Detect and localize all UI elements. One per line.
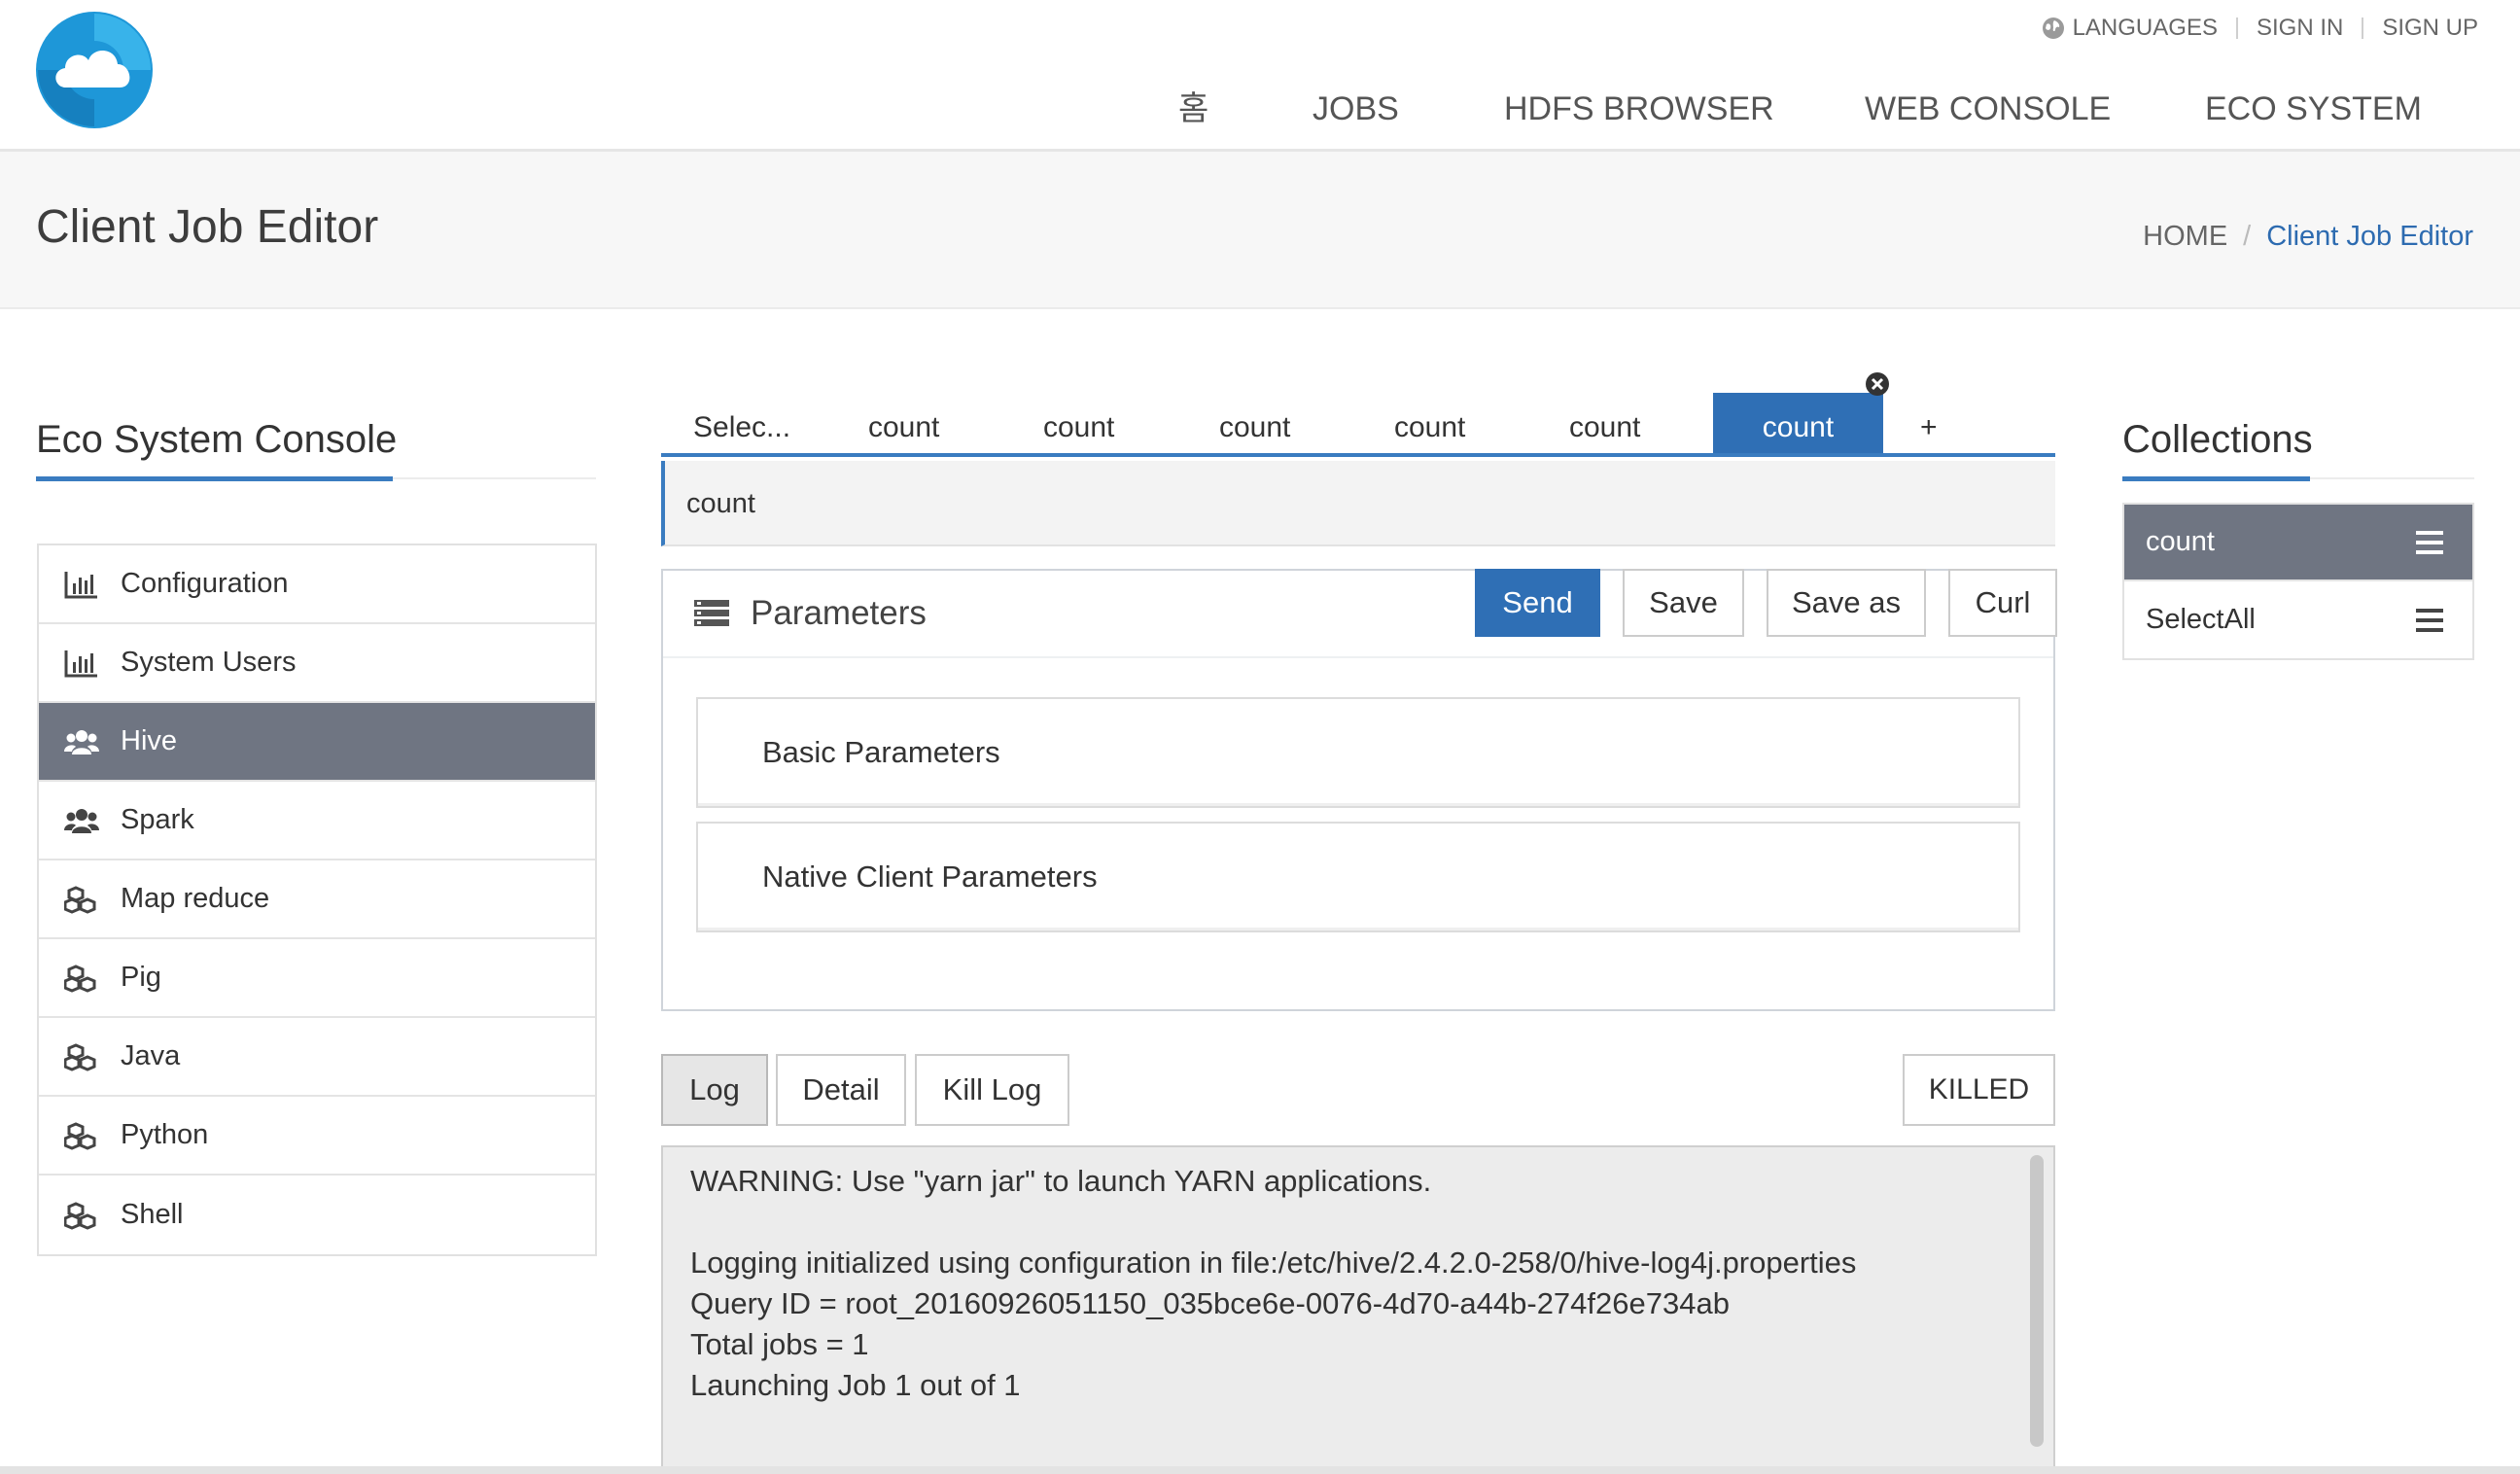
job-tabs: Selec... count count count count count c…	[661, 393, 2055, 457]
curl-button[interactable]: Curl	[1948, 569, 2057, 637]
log-button[interactable]: Log	[661, 1054, 768, 1126]
detail-button[interactable]: Detail	[776, 1054, 906, 1126]
bar-chart-icon	[64, 570, 99, 599]
parameters-panel: Parameters Send Save Save as Curl Basic …	[661, 569, 2057, 1011]
sidebar-title: Eco System Console	[36, 418, 398, 461]
bar-chart-icon	[64, 649, 99, 678]
breadcrumb-current[interactable]: Client Job Editor	[2266, 221, 2473, 252]
sidebar-item-label: Map reduce	[121, 883, 270, 914]
sidebar-item-label: Pig	[121, 962, 161, 993]
nav-hdfs-browser[interactable]: HDFS BROWSER	[1504, 88, 1774, 130]
sign-up-link[interactable]: SIGN UP	[2382, 15, 2478, 42]
breadcrumb: HOME / Client Job Editor	[2143, 220, 2473, 253]
sidebar-title-underline	[36, 476, 393, 481]
page-title: Client Job Editor	[36, 201, 379, 253]
tab-select[interactable]: Selec...	[693, 393, 790, 453]
divider	[2235, 18, 2238, 39]
tab-count-2[interactable]: count	[1043, 393, 1114, 453]
kill-log-button[interactable]: Kill Log	[915, 1054, 1069, 1126]
tab-count-5[interactable]: count	[1569, 393, 1640, 453]
sidebar-item-configuration[interactable]: Configuration	[39, 545, 595, 624]
tab-count-3[interactable]: count	[1219, 393, 1290, 453]
users-icon	[64, 727, 99, 756]
job-status-badge: KILLED	[1903, 1054, 2055, 1126]
sidebar-item-label: Hive	[121, 725, 178, 756]
basic-parameters-section[interactable]: Basic Parameters	[696, 697, 2020, 808]
collections-title-underline	[2122, 476, 2310, 481]
log-line: Query ID = root_20160926051150_035bce6e-…	[690, 1286, 1730, 1320]
sidebar-item-label: Shell	[121, 1199, 184, 1230]
sidebar-item-label: Python	[121, 1119, 209, 1150]
log-line: Logging initialized using configuration …	[690, 1246, 1857, 1280]
sidebar-item-system-users[interactable]: System Users	[39, 624, 595, 703]
collections-list: count SelectAll	[2122, 503, 2474, 660]
sidebar-item-spark[interactable]: Spark	[39, 782, 595, 860]
sidebar-item-hive[interactable]: Hive	[39, 703, 595, 782]
page-title-band: Client Job Editor HOME / Client Job Editor	[0, 152, 2520, 309]
add-tab-button[interactable]: +	[1920, 393, 1938, 453]
cubes-icon	[64, 1042, 99, 1071]
collection-item-selectall[interactable]: SelectAll	[2124, 581, 2472, 658]
cubes-icon	[64, 964, 99, 993]
globe-icon	[2042, 18, 2064, 39]
save-button[interactable]: Save	[1623, 569, 1744, 637]
nav-web-console[interactable]: WEB CONSOLE	[1865, 88, 2111, 130]
app-logo-cloud-icon[interactable]	[34, 10, 155, 130]
top-header: LANGUAGES SIGN IN SIGN UP 홈 JOBS HDFS BR…	[0, 0, 2520, 152]
sidebar-item-shell[interactable]: Shell	[39, 1176, 595, 1254]
divider	[2362, 18, 2364, 39]
collection-item-label: count	[2146, 526, 2215, 557]
page-bottom-rule	[0, 1466, 2520, 1474]
log-line: WARNING: Use "yarn jar" to launch YARN a…	[690, 1164, 1432, 1198]
sign-in-link[interactable]: SIGN IN	[2257, 15, 2343, 42]
send-button[interactable]: Send	[1475, 569, 1600, 637]
top-utility-links: LANGUAGES SIGN IN SIGN UP	[2042, 14, 2478, 43]
sidebar-item-map-reduce[interactable]: Map reduce	[39, 860, 595, 939]
languages-link[interactable]: LANGUAGES	[2073, 15, 2218, 42]
job-name-field[interactable]: count	[661, 461, 2055, 546]
sidebar-item-label: Configuration	[121, 568, 289, 599]
save-as-button[interactable]: Save as	[1767, 569, 1926, 637]
cubes-icon	[64, 1201, 99, 1230]
tab-count-4[interactable]: count	[1394, 393, 1465, 453]
users-icon	[64, 806, 99, 835]
sidebar-item-pig[interactable]: Pig	[39, 939, 595, 1018]
sidebar-item-label: Spark	[121, 804, 194, 835]
log-scrollbar[interactable]	[2030, 1155, 2044, 1447]
close-tab-icon[interactable]	[1865, 371, 1890, 397]
collection-item-label: SelectAll	[2146, 604, 2256, 635]
nav-home[interactable]: 홈	[1178, 88, 1208, 130]
collection-item-count[interactable]: count	[2124, 505, 2472, 581]
native-client-parameters-section[interactable]: Native Client Parameters	[696, 822, 2020, 932]
nav-jobs[interactable]: JOBS	[1312, 88, 1399, 130]
sidebar-item-label: Java	[121, 1040, 181, 1071]
server-icon	[694, 600, 729, 626]
collections-title: Collections	[2122, 418, 2313, 461]
sidebar-menu: Configuration System Users Hive Spark Ma…	[37, 544, 597, 1256]
log-line: Total jobs = 1	[690, 1327, 869, 1361]
parameters-header: Parameters Send Save Save as Curl	[663, 569, 2057, 658]
cubes-icon	[64, 1121, 99, 1150]
menu-icon[interactable]	[2416, 608, 2443, 632]
breadcrumb-home[interactable]: HOME	[2143, 221, 2227, 252]
sidebar-item-label: System Users	[121, 647, 297, 678]
nav-eco-system[interactable]: ECO SYSTEM	[2205, 88, 2422, 130]
log-line: Launching Job 1 out of 1	[690, 1368, 1021, 1402]
tab-count-1[interactable]: count	[868, 393, 939, 453]
cubes-icon	[64, 885, 99, 914]
breadcrumb-separator: /	[2243, 221, 2252, 252]
menu-icon[interactable]	[2416, 530, 2443, 554]
tab-count-active[interactable]: count	[1713, 393, 1883, 453]
parameters-title: Parameters	[751, 594, 927, 632]
sidebar-item-python[interactable]: Python	[39, 1097, 595, 1176]
log-output[interactable]: WARNING: Use "yarn jar" to launch YARN a…	[661, 1145, 2055, 1474]
sidebar-item-java[interactable]: Java	[39, 1018, 595, 1097]
